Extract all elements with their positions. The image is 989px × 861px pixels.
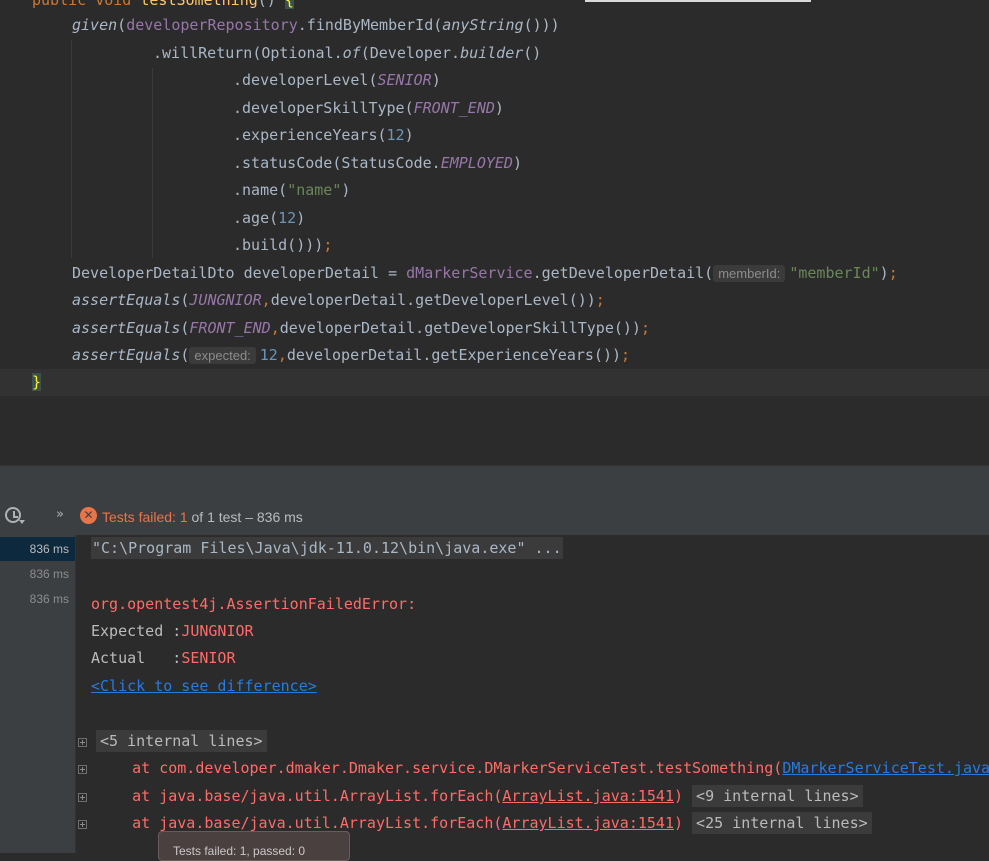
scroll-indicator xyxy=(585,0,811,2)
console-expected: Expected :JUNGNIOR xyxy=(91,622,254,640)
chevron-down-icon[interactable] xyxy=(19,520,25,524)
code-line: assertEquals(expected: 12,developerDetail… xyxy=(72,346,631,364)
test-status: Tests failed: 1 of 1 test – 836 ms xyxy=(102,509,303,525)
console-actual: Actual :SENIOR xyxy=(91,649,236,667)
stack-trace-line: at com.developer.dmaker.Dmaker.service.D… xyxy=(96,755,989,782)
test-tree-item[interactable]: 836 ms xyxy=(0,562,75,586)
parameter-hint: memberId: xyxy=(713,265,786,282)
code-line: .developerSkillType(FRONT_END) xyxy=(233,99,504,117)
console-output[interactable]: "C:\Program Files\Java\jdk-11.0.12\bin\j… xyxy=(76,535,989,853)
test-tree-item[interactable]: 836 ms xyxy=(0,537,75,561)
plus-box-icon[interactable] xyxy=(78,738,87,747)
see-difference-link[interactable]: <Click to see difference> xyxy=(91,673,317,700)
source-link[interactable]: ArrayList.java:1541 xyxy=(502,787,674,805)
indent-guide xyxy=(71,40,72,258)
folded-lines[interactable]: <25 internal lines> xyxy=(692,812,872,834)
code-line-current: } xyxy=(0,369,989,396)
run-toolbar: » ✕ Tests failed: 1 of 1 test – 836 ms xyxy=(0,499,989,535)
folded-lines[interactable]: <9 internal lines> xyxy=(692,785,863,807)
indent-guide xyxy=(152,68,153,258)
stack-trace-line: at java.base/java.util.ArrayList.forEach… xyxy=(96,783,863,810)
code-line: assertEquals(FRONT_END,developerDetail.g… xyxy=(72,319,650,337)
source-link[interactable]: DMarkerServiceTest.java:48 xyxy=(782,759,989,777)
plus-box-icon[interactable] xyxy=(78,765,87,774)
console-command-line: "C:\Program Files\Java\jdk-11.0.12\bin\j… xyxy=(91,537,563,559)
code-line: .statusCode(StatusCode.EMPLOYED) xyxy=(233,154,522,172)
code-line: .developerLevel(SENIOR) xyxy=(233,71,441,89)
folded-lines[interactable]: <5 internal lines> xyxy=(96,728,267,755)
code-line: .name("name") xyxy=(233,181,351,199)
parameter-hint: expected: xyxy=(189,347,256,364)
code-line: .experienceYears(12) xyxy=(233,126,414,144)
error-circle-icon: ✕ xyxy=(80,507,97,524)
more-actions-icon[interactable]: » xyxy=(56,507,64,522)
console-error: org.opentest4j.AssertionFailedError: xyxy=(91,595,417,613)
plus-box-icon[interactable] xyxy=(78,820,87,829)
code-line: assertEquals(JUNGNIOR,developerDetail.ge… xyxy=(72,291,605,309)
tool-window-header xyxy=(0,465,989,500)
code-line: DeveloperDetailDto developerDetail = dMa… xyxy=(72,264,898,282)
code-line: given(developerRepository.findByMemberId… xyxy=(72,16,560,34)
test-result-tooltip: Tests failed: 1, passed: 0 xyxy=(158,831,350,861)
plus-box-icon[interactable] xyxy=(78,793,87,802)
test-tree-panel: 836 ms 836 ms 836 ms xyxy=(0,535,75,853)
code-line: .age(12) xyxy=(233,209,306,227)
source-link[interactable]: ArrayList.java:1541 xyxy=(502,814,674,832)
code-line: .build())); xyxy=(233,236,333,254)
code-editor[interactable]: public void testSomething() { given(deve… xyxy=(0,0,989,465)
code-line: .willReturn(Optional.of(Developer.builde… xyxy=(153,44,542,62)
test-tree-item[interactable]: 836 ms xyxy=(0,587,75,611)
